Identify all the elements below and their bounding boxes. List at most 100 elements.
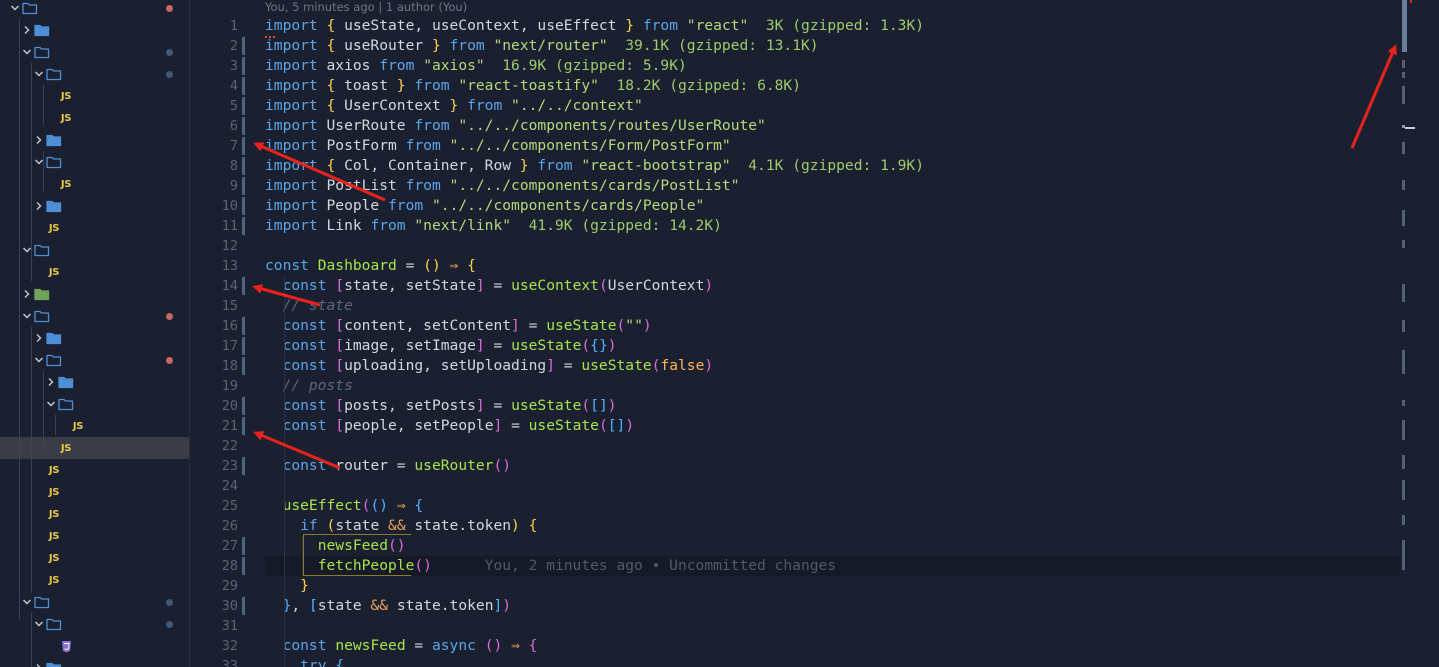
chevron-down-icon[interactable] <box>20 45 34 59</box>
tree-folder[interactable] <box>0 41 189 63</box>
code-line[interactable]: import UserRoute from "../../components/… <box>265 116 766 136</box>
tree-folder[interactable] <box>0 195 189 217</box>
git-modified-gutter-mark[interactable] <box>242 117 245 135</box>
git-modified-gutter-mark[interactable] <box>242 317 245 335</box>
code-line[interactable]: if (state && state.token) { <box>265 516 537 536</box>
code-line[interactable]: const [posts, setPosts] = useState([]) <box>265 396 617 416</box>
tree-file[interactable]: JS <box>0 547 189 569</box>
code-line[interactable]: useEffect(() ⇒ { <box>265 496 424 516</box>
tree-file[interactable]: JS <box>0 437 189 459</box>
code-line[interactable]: import PostForm from "../../components/F… <box>265 136 731 156</box>
chevron-down-icon[interactable] <box>44 397 58 411</box>
tree-folder[interactable] <box>0 19 189 41</box>
tree-file[interactable]: JS <box>0 85 189 107</box>
code-line[interactable]: import axios from "axios" 16.9K (gzipped… <box>265 56 687 76</box>
code-line[interactable]: // state <box>265 296 353 316</box>
git-modified-gutter-mark[interactable] <box>242 357 245 375</box>
chevron-right-icon[interactable] <box>20 23 34 37</box>
chevron-right-icon[interactable] <box>44 375 58 389</box>
code-line[interactable]: try { <box>265 656 344 667</box>
tree-file[interactable]: JS <box>0 481 189 503</box>
code-line[interactable]: const router = useRouter() <box>265 456 511 476</box>
git-modified-gutter-mark[interactable] <box>242 457 245 475</box>
code-line[interactable]: import { UserContext } from "../../conte… <box>265 96 643 116</box>
tree-folder[interactable] <box>0 151 189 173</box>
code-line[interactable]: newsFeed() <box>265 536 406 556</box>
code-line[interactable]: import PostList from "../../components/c… <box>265 176 740 196</box>
code-line[interactable]: import People from "../../components/car… <box>265 196 704 216</box>
code-editor[interactable]: You, 5 minutes ago | 1 author (You) 1 imp… <box>190 0 1415 667</box>
chevron-down-icon[interactable] <box>20 595 34 609</box>
chevron-down-icon[interactable] <box>32 353 46 367</box>
tree-folder[interactable] <box>0 63 189 85</box>
code-line[interactable]: const [content, setContent] = useState("… <box>265 316 652 336</box>
line-number: 14 <box>221 278 238 294</box>
tree-folder[interactable] <box>0 239 189 261</box>
tree-folder[interactable] <box>0 393 189 415</box>
tree-file[interactable]: JS <box>0 173 189 195</box>
code-line[interactable]: const [uploading, setUploading] = useSta… <box>265 356 714 376</box>
tree-file[interactable]: JS <box>0 503 189 525</box>
code-line[interactable]: import { toast } from "react-toastify" 1… <box>265 76 801 96</box>
tree-folder[interactable] <box>0 349 189 371</box>
tree-file[interactable]: JS <box>0 525 189 547</box>
overview-ruler[interactable] <box>1400 0 1439 667</box>
tree-folder[interactable] <box>0 283 189 305</box>
chevron-right-icon[interactable] <box>32 199 46 213</box>
git-modified-gutter-mark[interactable] <box>242 417 245 435</box>
git-modified-gutter-mark[interactable] <box>242 57 245 75</box>
tree-folder[interactable] <box>0 591 189 613</box>
code-line[interactable]: const [people, setPeople] = useState([]) <box>265 416 635 436</box>
git-modified-gutter-mark[interactable] <box>242 277 245 295</box>
tree-folder[interactable] <box>0 613 189 635</box>
code-line[interactable]: const [image, setImage] = useState({}) <box>265 336 617 356</box>
code-line[interactable]: fetchPeople() You, 2 minutes ago • Uncom… <box>265 556 836 576</box>
git-modified-gutter-mark[interactable] <box>242 557 245 575</box>
git-modified-gutter-mark[interactable] <box>242 597 245 615</box>
chevron-down-icon[interactable] <box>32 67 46 81</box>
git-modified-gutter-mark[interactable] <box>242 197 245 215</box>
code-line[interactable]: const Dashboard = () ⇒ { <box>265 256 476 276</box>
tree-folder[interactable] <box>0 305 189 327</box>
chevron-right-icon[interactable] <box>20 287 34 301</box>
chevron-right-icon[interactable] <box>32 661 46 667</box>
tree-file[interactable]: JS <box>0 107 189 129</box>
scrollbar-thumb[interactable] <box>1410 0 1412 3</box>
code-line[interactable]: const [state, setState] = useContext(Use… <box>265 276 714 296</box>
git-modified-gutter-mark[interactable] <box>242 397 245 415</box>
chevron-right-icon[interactable] <box>32 133 46 147</box>
tree-folder[interactable] <box>0 657 189 667</box>
tree-file[interactable]: JS <box>0 415 189 437</box>
git-modified-gutter-mark[interactable] <box>242 217 245 235</box>
git-modified-gutter-mark[interactable] <box>242 97 245 115</box>
chevron-down-icon[interactable] <box>20 309 34 323</box>
git-blame-codelens[interactable]: You, 5 minutes ago | 1 author (You) <box>265 0 467 14</box>
git-modified-gutter-mark[interactable] <box>242 537 245 555</box>
tree-file[interactable]: JS <box>0 261 189 283</box>
tree-file[interactable]: JS <box>0 459 189 481</box>
git-modified-gutter-mark[interactable] <box>242 37 245 55</box>
code-line[interactable]: // posts <box>265 376 353 396</box>
tree-file[interactable]: JS <box>0 569 189 591</box>
tree-folder[interactable] <box>0 129 189 151</box>
tree-file[interactable] <box>0 635 189 657</box>
code-line[interactable]: import { useState, useContext, useEffect… <box>265 16 924 36</box>
tree-folder[interactable] <box>0 0 189 19</box>
chevron-right-icon[interactable] <box>32 331 46 345</box>
tree-folder[interactable] <box>0 371 189 393</box>
git-modified-gutter-mark[interactable] <box>242 157 245 175</box>
code-line[interactable]: const newsFeed = async () ⇒ { <box>265 636 538 656</box>
code-line[interactable]: import { Col, Container, Row } from "rea… <box>265 156 924 176</box>
git-modified-gutter-mark[interactable] <box>242 177 245 195</box>
code-line[interactable]: }, [state && state.token]) <box>265 596 512 616</box>
git-modified-gutter-mark[interactable] <box>242 337 245 355</box>
git-modified-gutter-mark[interactable] <box>242 77 245 95</box>
chevron-down-icon[interactable] <box>8 1 22 15</box>
code-line[interactable]: import Link from "next/link" 41.9K (gzip… <box>265 216 722 236</box>
code-line[interactable]: import { useRouter } from "next/router" … <box>265 36 819 56</box>
chevron-down-icon[interactable] <box>32 617 46 631</box>
tree-file[interactable]: JS <box>0 217 189 239</box>
git-modified-gutter-mark[interactable] <box>242 137 245 155</box>
code-line[interactable]: } <box>265 576 309 596</box>
tree-folder[interactable] <box>0 327 189 349</box>
